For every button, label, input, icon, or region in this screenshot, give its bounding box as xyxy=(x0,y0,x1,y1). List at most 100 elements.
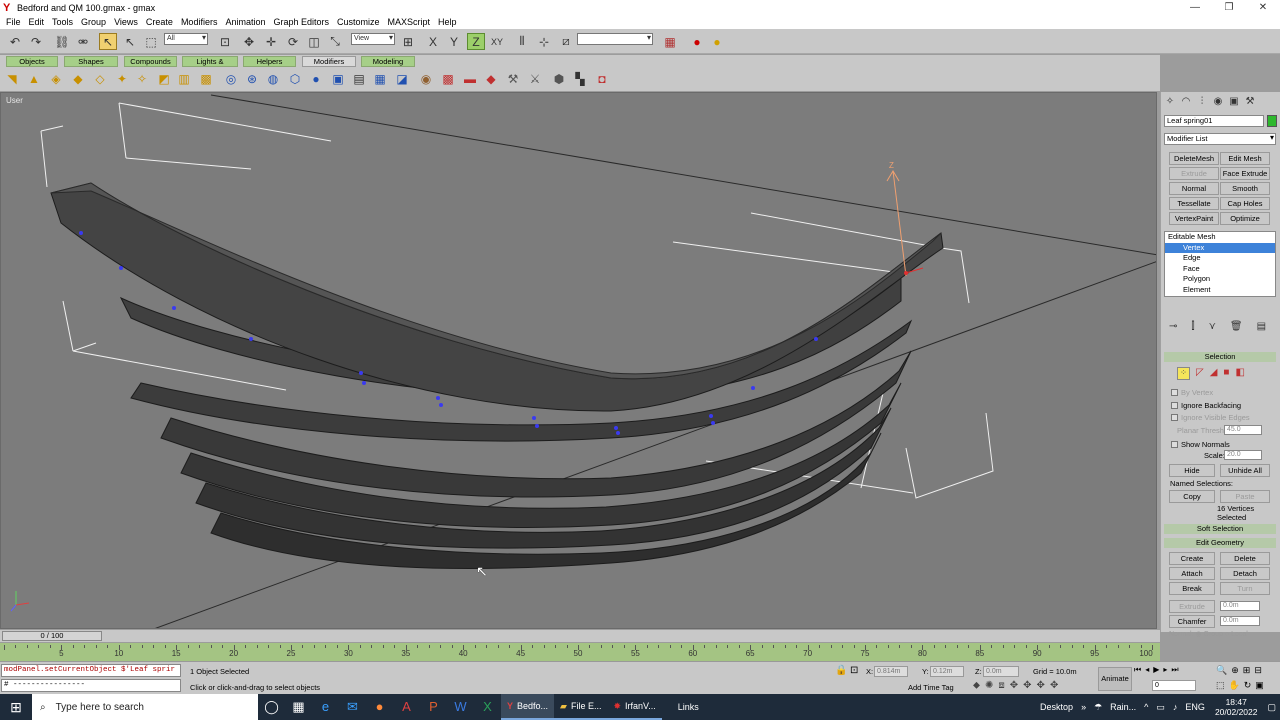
bevel-icon[interactable]: ▬ xyxy=(462,71,478,87)
tab-shapes[interactable]: Shapes xyxy=(64,56,118,67)
unhide-all-button[interactable]: Unhide All xyxy=(1220,464,1270,477)
menu-customize[interactable]: Customize xyxy=(333,17,384,27)
face-extrude-button[interactable]: Face Extrude xyxy=(1220,167,1270,180)
deletemesh-button[interactable]: DeleteMesh xyxy=(1169,152,1219,165)
zoom-extents-icon[interactable]: ⊞ xyxy=(1243,665,1251,676)
minimize-icon[interactable]: — xyxy=(1178,0,1212,15)
menu-graph-editors[interactable]: Graph Editors xyxy=(269,17,333,27)
ref-coord-dropdown[interactable]: View xyxy=(351,33,395,45)
edit-spline-icon[interactable]: ▤ xyxy=(351,71,367,87)
x-coord-field[interactable]: 0.814m xyxy=(874,666,908,677)
object-name-field[interactable]: Leaf spring01 xyxy=(1164,115,1264,127)
hide-button[interactable]: Hide xyxy=(1169,464,1215,477)
unlink-icon[interactable]: ⚮ xyxy=(74,33,92,50)
viewport-user[interactable]: User Z ↖ xyxy=(0,92,1157,629)
display-tab-icon[interactable]: ▣ xyxy=(1227,95,1241,109)
field-of-view-icon[interactable]: ✥ xyxy=(1037,680,1045,691)
menu-group[interactable]: Group xyxy=(77,17,110,27)
menu-tools[interactable]: Tools xyxy=(48,17,77,27)
turn-button[interactable]: Turn xyxy=(1220,582,1270,595)
pan-icon[interactable]: ✥ xyxy=(1010,680,1018,691)
skew-icon[interactable]: ◩ xyxy=(156,71,172,87)
restore-icon[interactable]: ❐ xyxy=(1212,0,1246,15)
current-frame-field[interactable]: 0 xyxy=(1152,680,1196,691)
element-level-icon[interactable]: ◧ xyxy=(1235,367,1244,380)
planar-thresh-spinner[interactable]: 45.0 xyxy=(1224,425,1262,435)
network-icon[interactable]: ▭ xyxy=(1152,702,1169,713)
taskbar-app-irfanview[interactable]: ✸ IrfanV... xyxy=(607,694,662,720)
copy-button[interactable]: Copy xyxy=(1169,490,1215,503)
firefox-icon[interactable]: ● xyxy=(366,694,393,720)
menu-maxscript[interactable]: MAXScript xyxy=(384,17,435,27)
y-coord-field[interactable]: 0.12m xyxy=(930,666,964,677)
prev-frame-icon[interactable]: ◂ xyxy=(1145,665,1149,675)
maxscript-listener-output[interactable]: modPanel.setCurrentObject $'Leaf sprir xyxy=(1,664,181,677)
break-button[interactable]: Break xyxy=(1169,582,1215,595)
by-vertex-checkbox[interactable]: By Vertex xyxy=(1171,388,1213,397)
lock-selection-icon[interactable]: 🔒 xyxy=(835,665,847,676)
soft-selection-rollout-header[interactable]: Soft Selection xyxy=(1164,524,1276,534)
edge-icon[interactable]: e xyxy=(312,694,339,720)
wave-icon[interactable]: ✧ xyxy=(134,71,150,87)
move-icon[interactable]: ✥ xyxy=(240,33,258,50)
restrict-y-button[interactable]: Y xyxy=(445,33,463,50)
detach-button[interactable]: Detach xyxy=(1220,567,1270,580)
noise-icon[interactable]: ◆ xyxy=(70,71,86,87)
tessellate-button[interactable]: Tessellate xyxy=(1169,197,1219,210)
pin-stack-icon[interactable]: ⊸ xyxy=(1169,321,1177,332)
chamfer-spinner[interactable]: 0.0m xyxy=(1220,616,1260,626)
task-view-icon[interactable]: ◯ xyxy=(258,694,285,720)
remove-modifier-icon[interactable]: 🗑 xyxy=(1230,321,1243,332)
extrude-spinner[interactable]: 0.0m xyxy=(1220,601,1260,611)
desktop-toolbar[interactable]: Desktop xyxy=(1036,702,1077,712)
menu-views[interactable]: Views xyxy=(110,17,142,27)
time-slider[interactable]: 0 / 100 xyxy=(2,631,102,641)
animate-button[interactable]: Animate xyxy=(1098,667,1132,691)
paste-button[interactable]: Paste xyxy=(1220,490,1270,503)
taskbar-search-box[interactable]: ⌕ Type here to search xyxy=(32,694,258,720)
menu-modifiers[interactable]: Modifiers xyxy=(177,17,222,27)
stack-item-vertex[interactable]: Vertex xyxy=(1165,242,1275,253)
snap-icon[interactable]: ⧄ xyxy=(557,33,575,50)
cap-holes-icon[interactable]: ⬢ xyxy=(551,71,567,87)
taskbar-app-gmax[interactable]: Y Bedfo... xyxy=(501,694,555,720)
modify-tab-icon[interactable]: ◠ xyxy=(1179,95,1193,109)
redo-icon[interactable]: ↷ xyxy=(27,33,45,50)
select-link-icon[interactable]: ⛓ xyxy=(53,33,71,50)
pivot-center-icon[interactable]: ⊞ xyxy=(399,33,417,50)
hierarchy-tab-icon[interactable]: ⫶ xyxy=(1195,95,1209,109)
chamfer-button[interactable]: Chamfer xyxy=(1169,615,1215,628)
edit-geometry-rollout-header[interactable]: Edit Geometry xyxy=(1164,538,1276,548)
chevron-down-icon[interactable]: » xyxy=(1077,702,1090,712)
bend-icon[interactable]: ◥ xyxy=(4,71,20,87)
select-and-manipulate-icon[interactable]: ⊡ xyxy=(216,33,234,50)
polygon-level-icon[interactable]: ■ xyxy=(1223,367,1229,380)
tab-modifiers[interactable]: Modifiers xyxy=(302,56,356,67)
acrobat-icon[interactable]: A xyxy=(393,694,420,720)
zoom-extents-all-icon[interactable]: ⊟ xyxy=(1254,665,1262,676)
close-icon[interactable]: ✕ xyxy=(1246,0,1280,15)
excel-icon[interactable]: X xyxy=(474,694,501,720)
extrude-button[interactable]: Extrude xyxy=(1169,600,1215,613)
material-icon[interactable]: ◘ xyxy=(594,71,610,87)
add-time-tag[interactable]: Add Time Tag xyxy=(908,683,954,692)
attach-button[interactable]: Attach xyxy=(1169,567,1215,580)
menu-create[interactable]: Create xyxy=(142,17,177,27)
optimize-icon[interactable]: ◪ xyxy=(394,71,410,87)
zoom-all-icon[interactable]: ⊕ xyxy=(1231,665,1239,676)
menu-file[interactable]: File xyxy=(2,17,25,27)
utilities-tab-icon[interactable]: ⚒ xyxy=(1243,95,1257,109)
mirror-mod-icon[interactable]: ◆ xyxy=(483,71,499,87)
mail-icon[interactable]: ✉ xyxy=(339,694,366,720)
optimize-button[interactable]: Optimize xyxy=(1220,212,1270,225)
show-normals-checkbox[interactable]: Show Normals xyxy=(1171,440,1230,449)
lathe-icon[interactable]: ◉ xyxy=(418,71,434,87)
ignore-visible-edges-checkbox[interactable]: Ignore Visible Edges xyxy=(1171,413,1250,422)
align-icon[interactable]: ⊹ xyxy=(535,33,553,50)
arc-rotate-icon[interactable]: ✥ xyxy=(1023,680,1031,691)
language-indicator[interactable]: ENG xyxy=(1181,702,1209,712)
show-hidden-icons-icon[interactable]: ^ xyxy=(1140,702,1152,712)
move-alt-icon[interactable]: ✛ xyxy=(262,33,280,50)
selection-filter-dropdown[interactable]: All xyxy=(164,33,208,45)
normal-button[interactable]: Normal xyxy=(1169,182,1219,195)
